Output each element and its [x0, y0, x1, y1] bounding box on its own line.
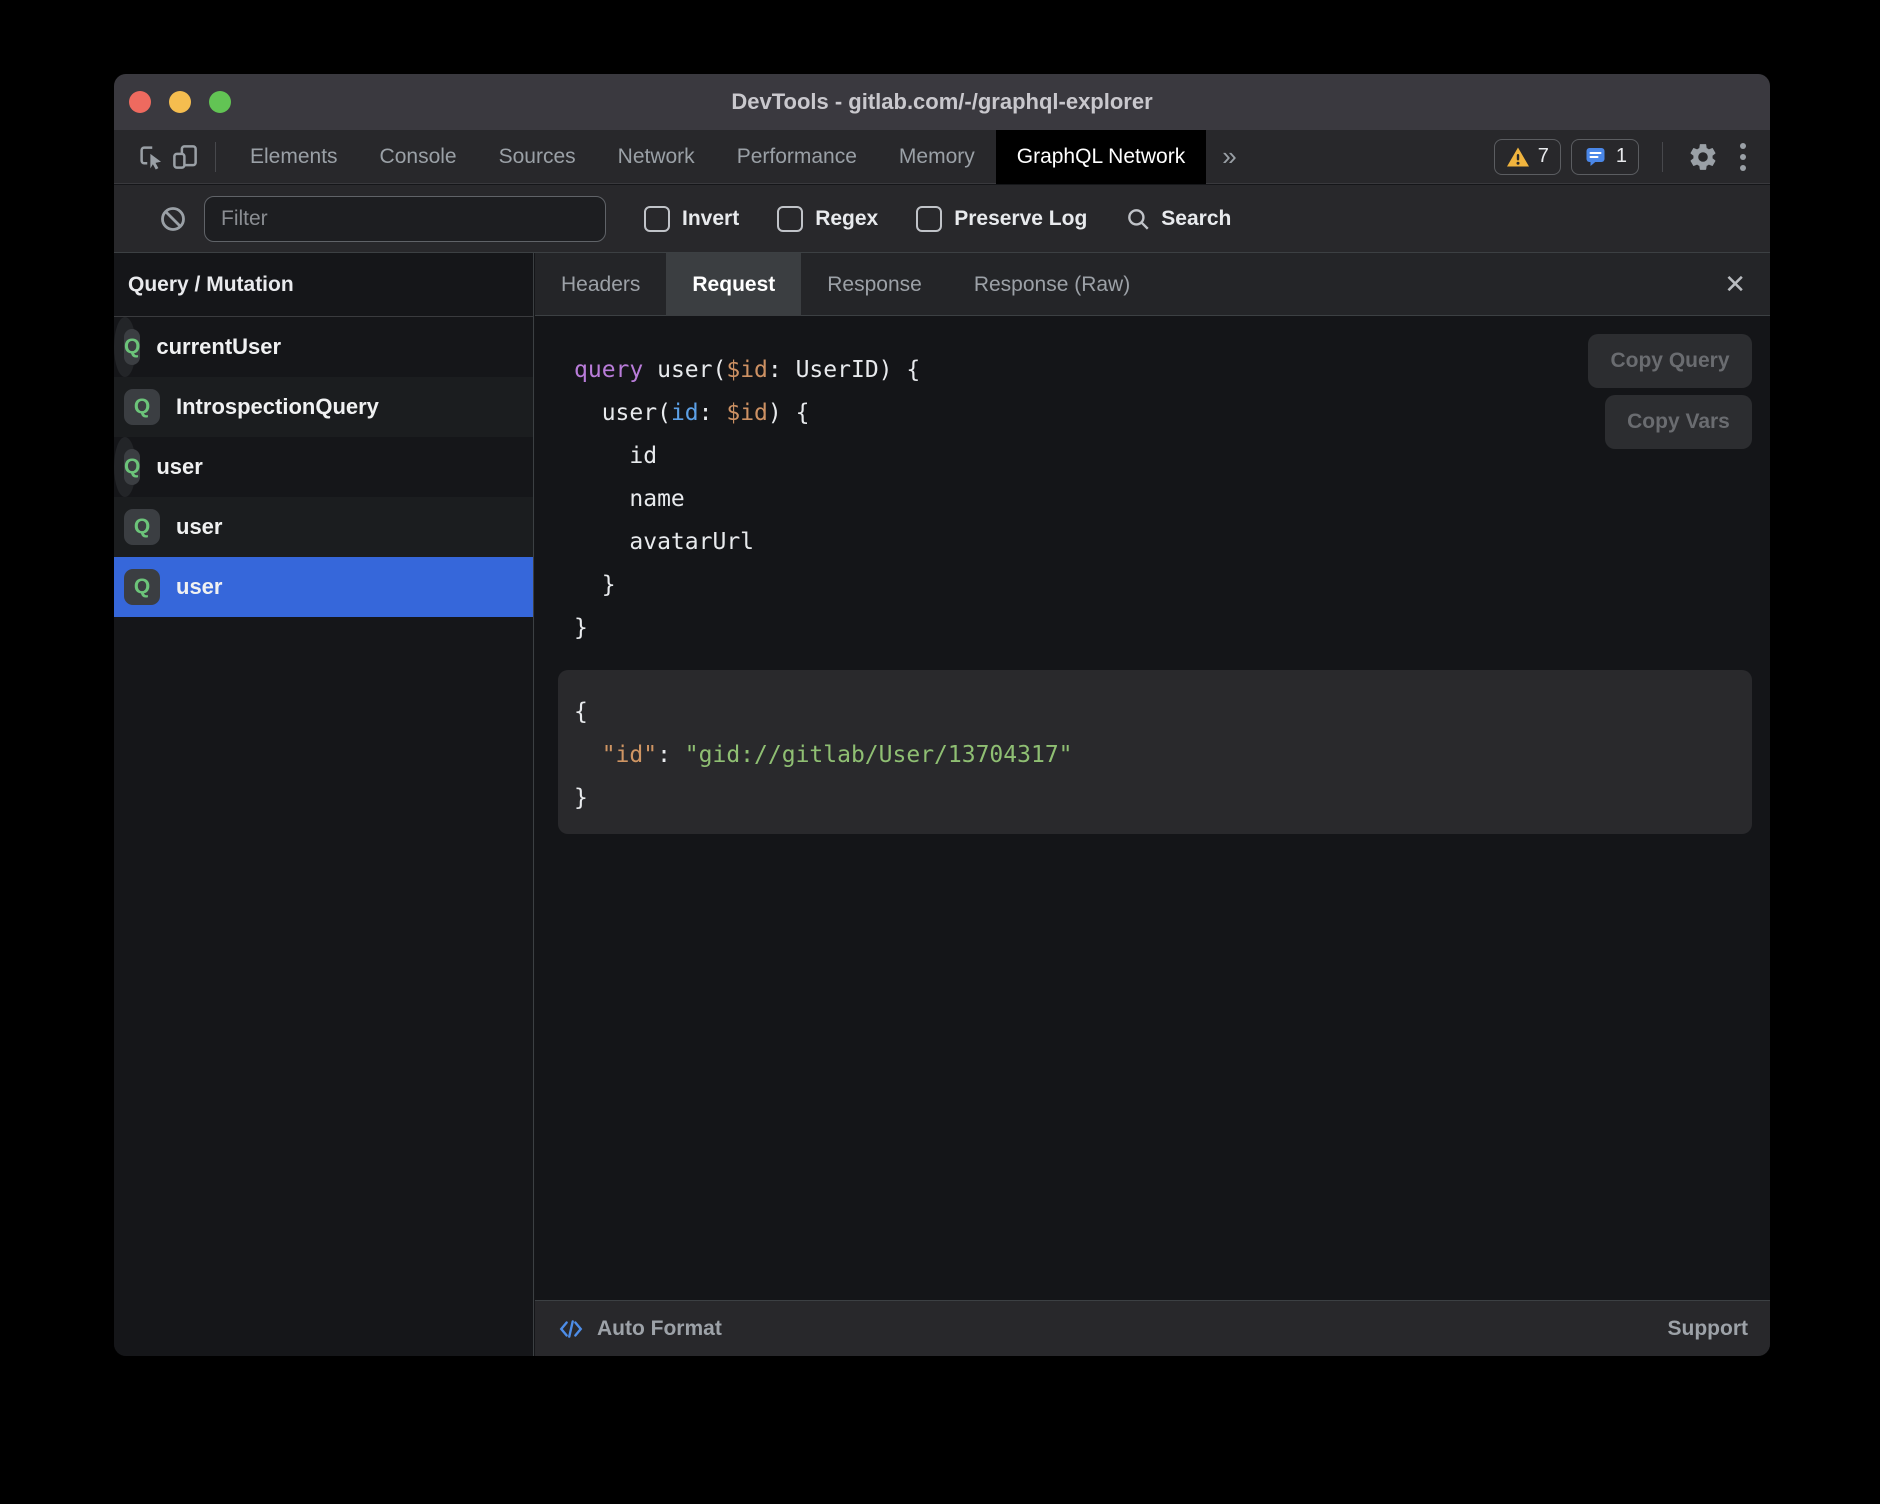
- detail-tab-strip: HeadersRequestResponseResponse (Raw) ✕: [535, 253, 1770, 316]
- code-line: {: [574, 691, 1736, 734]
- devtools-toolbar: ElementsConsoleSourcesNetworkPerformance…: [114, 130, 1770, 184]
- gear-icon[interactable]: [1686, 140, 1720, 174]
- devtools-tab-sources[interactable]: Sources: [478, 130, 597, 184]
- code-line: user(id: $id) {: [574, 392, 920, 435]
- titlebar: DevTools - gitlab.com/-/graphql-explorer: [114, 74, 1770, 130]
- query-type-badge: Q: [124, 509, 160, 545]
- sidebar: Query / Mutation QcurrentUserQIntrospect…: [114, 253, 534, 1356]
- devtools-tab-performance[interactable]: Performance: [716, 130, 878, 184]
- checkbox-box[interactable]: [777, 206, 803, 232]
- code-line: }: [574, 777, 1736, 820]
- query-name-label: IntrospectionQuery: [176, 394, 379, 420]
- detail-tab-response-raw[interactable]: Response (Raw): [948, 253, 1156, 316]
- detail-tab-request[interactable]: Request: [666, 253, 801, 316]
- detail-tab-response[interactable]: Response: [801, 253, 948, 316]
- devtools-tab-strip: ElementsConsoleSourcesNetworkPerformance…: [229, 130, 1206, 184]
- query-name-label: user: [176, 574, 222, 600]
- kebab-menu-icon[interactable]: [1730, 143, 1756, 171]
- filter-input[interactable]: [204, 196, 606, 242]
- query-list-item[interactable]: Quser: [114, 437, 136, 497]
- code-line: name: [574, 478, 920, 521]
- code-line: id: [574, 435, 920, 478]
- filter-checkbox-group: Invert Regex Preserve Log: [606, 206, 1087, 232]
- toolbar-right-controls: 7 1: [1494, 139, 1756, 175]
- checkbox-label: Invert: [682, 207, 739, 231]
- checkbox-regex[interactable]: Regex: [777, 206, 878, 232]
- zoom-window-button[interactable]: [209, 91, 231, 113]
- query-name-label: currentUser: [156, 334, 281, 360]
- checkbox-label: Preserve Log: [954, 207, 1087, 231]
- query-list: QcurrentUserQIntrospectionQueryQuserQuse…: [114, 317, 533, 617]
- chat-bubble-icon: [1583, 145, 1608, 169]
- query-type-badge: Q: [124, 329, 140, 365]
- code-line: query user($id: UserID) {: [574, 349, 920, 392]
- devtools-tab-network[interactable]: Network: [597, 130, 716, 184]
- detail-tab-headers[interactable]: Headers: [535, 253, 666, 316]
- filter-bar: Invert Regex Preserve Log Search: [114, 185, 1770, 253]
- auto-format-button[interactable]: Auto Format: [597, 1317, 722, 1341]
- devtools-window: DevTools - gitlab.com/-/graphql-explorer…: [114, 74, 1770, 1356]
- query-name-label: user: [176, 514, 222, 540]
- detail-panel: HeadersRequestResponseResponse (Raw) ✕ qu…: [535, 253, 1770, 1356]
- devtools-tab-elements[interactable]: Elements: [229, 130, 359, 184]
- query-list-item[interactable]: Quser: [114, 557, 533, 617]
- query-type-badge: Q: [124, 569, 160, 605]
- devtools-tab-graphql-network[interactable]: GraphQL Network: [996, 130, 1206, 184]
- checkbox-preserve-log[interactable]: Preserve Log: [916, 206, 1087, 232]
- minimize-window-button[interactable]: [169, 91, 191, 113]
- query-list-item[interactable]: Q IntrospectionQuery: [114, 377, 533, 437]
- query-list-item[interactable]: QcurrentUser: [114, 317, 136, 377]
- search-icon: [1125, 206, 1151, 232]
- checkbox-box[interactable]: [644, 206, 670, 232]
- query-type-badge: Q: [124, 389, 160, 425]
- devtools-tab-console[interactable]: Console: [359, 130, 478, 184]
- more-tabs-icon[interactable]: »: [1206, 130, 1252, 183]
- search-label: Search: [1161, 207, 1231, 231]
- code-icon: [557, 1316, 585, 1342]
- sidebar-header: Query / Mutation: [114, 253, 533, 317]
- clear-icon[interactable]: [156, 202, 190, 236]
- support-link[interactable]: Support: [1668, 1317, 1748, 1341]
- close-icon[interactable]: ✕: [1724, 269, 1746, 300]
- close-window-button[interactable]: [129, 91, 151, 113]
- checkbox-label: Regex: [815, 207, 878, 231]
- search-button[interactable]: Search: [1125, 206, 1231, 232]
- copy-query-button[interactable]: Copy Query: [1588, 334, 1752, 388]
- code-line: }: [574, 564, 920, 607]
- traffic-lights: [129, 74, 231, 130]
- device-toolbar-icon[interactable]: [168, 140, 202, 174]
- checkbox-box[interactable]: [916, 206, 942, 232]
- toolbar-divider: [1662, 142, 1663, 172]
- window-title: DevTools - gitlab.com/-/graphql-explorer: [731, 89, 1152, 115]
- inspect-element-icon[interactable]: [134, 140, 168, 174]
- devtools-tab-memory[interactable]: Memory: [878, 130, 996, 184]
- detail-footer: Auto Format Support: [535, 1300, 1770, 1356]
- query-type-badge: Q: [124, 449, 140, 485]
- issues-badge[interactable]: 1: [1571, 139, 1639, 175]
- copy-vars-button[interactable]: Copy Vars: [1605, 395, 1752, 449]
- checkbox-invert[interactable]: Invert: [644, 206, 739, 232]
- query-variables-box: { "id": "gid://gitlab/User/13704317"}: [558, 670, 1752, 834]
- query-list-item[interactable]: Quser: [114, 497, 533, 557]
- issues-count: 1: [1616, 145, 1627, 168]
- warning-count: 7: [1538, 145, 1549, 168]
- warnings-badge[interactable]: 7: [1494, 139, 1561, 175]
- code-line: }: [574, 607, 920, 650]
- code-line: avatarUrl: [574, 521, 920, 564]
- code-line: "id": "gid://gitlab/User/13704317": [574, 734, 1736, 777]
- graphql-query-code: query user($id: UserID) { user(id: $id) …: [574, 349, 920, 650]
- toolbar-divider: [215, 142, 216, 172]
- warning-icon: [1506, 146, 1530, 168]
- query-name-label: user: [156, 454, 202, 480]
